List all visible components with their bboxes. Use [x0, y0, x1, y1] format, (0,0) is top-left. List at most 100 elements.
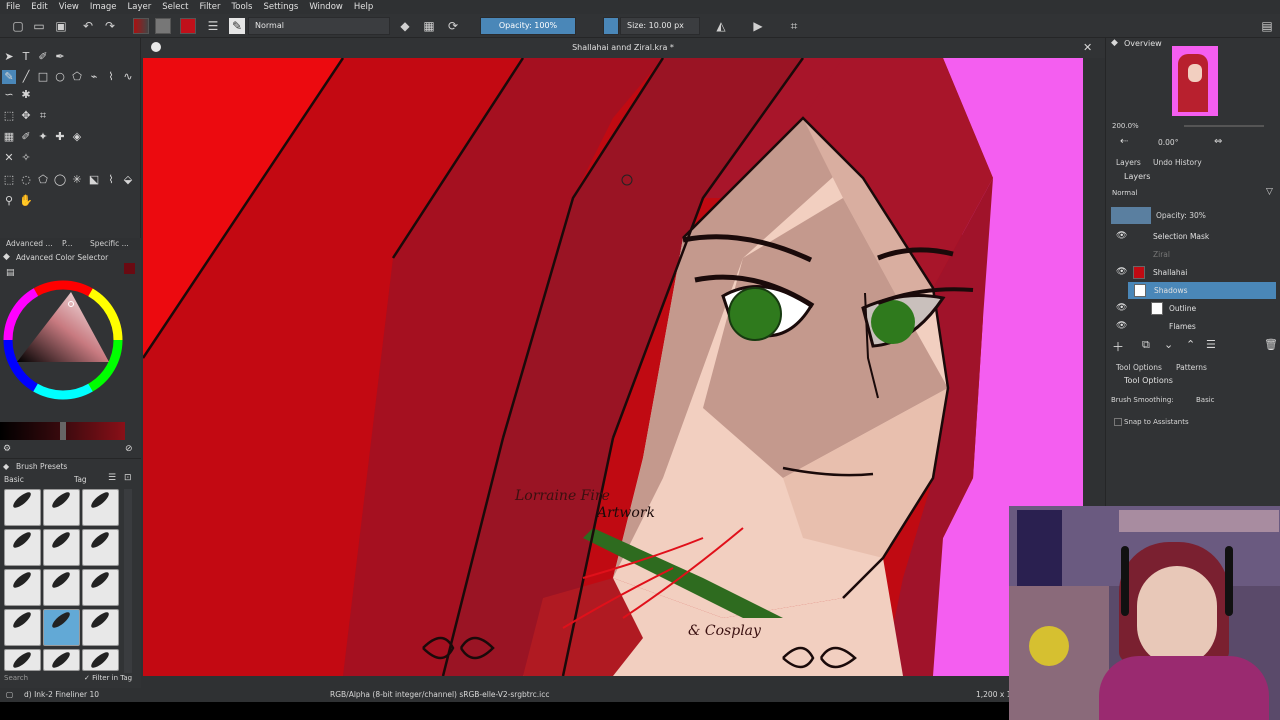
- calligraphy-icon[interactable]: ✒: [53, 50, 67, 64]
- gradient-tool-icon[interactable]: ▦: [2, 130, 16, 144]
- opacity-slider[interactable]: Opacity: 100%: [480, 17, 576, 35]
- brush-preset-tile[interactable]: [43, 649, 80, 671]
- brush-preset-tile[interactable]: [82, 489, 119, 526]
- ellipse-select-icon[interactable]: ◌: [19, 173, 33, 187]
- move-down-icon[interactable]: ⌄: [1164, 338, 1173, 351]
- rect-select-icon[interactable]: ⬚: [2, 173, 16, 187]
- menu-file[interactable]: File: [6, 2, 20, 12]
- eye-icon[interactable]: 👁: [1116, 264, 1127, 281]
- brush-preset-tile[interactable]: [82, 569, 119, 606]
- tab-specific-color[interactable]: Specific ...: [90, 239, 129, 248]
- brush-preset-tile[interactable]: [4, 609, 41, 646]
- tab-advanced-color[interactable]: Advanced ...: [6, 239, 56, 248]
- close-icon[interactable]: ✕: [1083, 41, 1092, 54]
- polyline-tool-icon[interactable]: ⌁: [87, 70, 101, 84]
- rectangle-tool-icon[interactable]: □: [36, 70, 50, 84]
- brush-preset-icon[interactable]: ✎: [229, 18, 245, 34]
- reload-preset-icon[interactable]: ⟳: [445, 18, 461, 34]
- menu-settings[interactable]: Settings: [263, 2, 298, 12]
- layer-row-selected[interactable]: Shadows: [1128, 282, 1276, 299]
- similar-select-icon[interactable]: ⬕: [87, 173, 101, 187]
- layer-opacity-fill[interactable]: [1111, 207, 1151, 224]
- layer-row[interactable]: Ziral: [1111, 246, 1276, 263]
- collapse-icon[interactable]: ◆: [1111, 38, 1118, 48]
- brush-tag-select[interactable]: Basic: [4, 475, 24, 484]
- edit-shapes-icon[interactable]: ✐: [36, 50, 50, 64]
- preserve-alpha-icon[interactable]: ▦: [421, 18, 437, 34]
- new-document-icon[interactable]: ▢: [10, 18, 26, 34]
- layer-row[interactable]: 👁 Shallahai: [1111, 264, 1276, 281]
- color-settings-icon[interactable]: ⚙: [3, 444, 11, 454]
- crop-tool-icon[interactable]: ⌗: [36, 109, 50, 123]
- size-slider[interactable]: Size: 10.00 px: [620, 17, 700, 35]
- polygon-select-icon[interactable]: ⬠: [36, 173, 50, 187]
- tab-palette[interactable]: P...: [62, 239, 84, 248]
- undo-icon[interactable]: ↶: [80, 18, 96, 34]
- bezier-select-icon[interactable]: ⌇: [104, 173, 118, 187]
- move-tool-icon[interactable]: ✥: [19, 109, 33, 123]
- brush-preset-tile[interactable]: [4, 649, 41, 671]
- brush-preset-tile[interactable]: [43, 529, 80, 566]
- menu-edit[interactable]: Edit: [31, 2, 47, 12]
- brush-smoothing-select[interactable]: Basic: [1196, 396, 1274, 404]
- zoom-tool-icon[interactable]: ⚲: [2, 194, 16, 208]
- open-folder-icon[interactable]: ▭: [31, 18, 47, 34]
- fill-tool-icon[interactable]: ◈: [70, 130, 84, 144]
- multibrush-icon[interactable]: ✱: [19, 88, 33, 102]
- filter-in-tag-checkbox[interactable]: ✓ Filter in Tag: [84, 674, 132, 682]
- settings-icon[interactable]: ▤: [6, 268, 15, 278]
- smart-patch-icon[interactable]: ✚: [53, 130, 67, 144]
- workspace-chooser-icon[interactable]: ▤: [1259, 18, 1275, 34]
- overview-zoom-value[interactable]: 200.0%: [1112, 122, 1139, 130]
- color-wheel[interactable]: [1, 278, 125, 402]
- wrap-around-icon[interactable]: ⌗: [786, 18, 802, 34]
- brush-preset-tile[interactable]: [43, 489, 80, 526]
- eye-icon[interactable]: 👁: [1116, 318, 1127, 335]
- dynamic-brush-icon[interactable]: ∽: [2, 88, 16, 102]
- collapse-icon[interactable]: ◆: [3, 462, 9, 471]
- layer-row[interactable]: 👁 Selection Mask: [1111, 228, 1276, 245]
- menu-select[interactable]: Select: [162, 2, 188, 12]
- blend-mode-select[interactable]: Normal: [248, 17, 390, 35]
- eye-icon[interactable]: 👁: [1116, 300, 1127, 317]
- rotation-value[interactable]: 0.00°: [1158, 138, 1178, 147]
- brush-preset-tile-selected[interactable]: [43, 609, 80, 646]
- overview-thumbnail[interactable]: [1172, 46, 1218, 116]
- redo-icon[interactable]: ↷: [102, 18, 118, 34]
- brush-preset-tile[interactable]: [4, 529, 41, 566]
- snap-checkbox[interactable]: [1114, 418, 1122, 426]
- contiguous-select-icon[interactable]: ✳: [70, 173, 84, 187]
- clear-history-icon[interactable]: ⊘: [125, 444, 133, 454]
- tab-undo-history[interactable]: Undo History: [1153, 158, 1202, 167]
- pattern-swatch[interactable]: [155, 18, 171, 34]
- transform-tool-icon[interactable]: ⬚: [2, 109, 16, 123]
- menu-filter[interactable]: Filter: [199, 2, 220, 12]
- filter-icon[interactable]: ▽: [1266, 187, 1273, 197]
- menu-help[interactable]: Help: [354, 2, 373, 12]
- measure-tool-icon[interactable]: ✧: [19, 151, 33, 165]
- current-color-swatch[interactable]: [124, 263, 135, 274]
- delete-layer-icon[interactable]: 🗑: [1264, 338, 1278, 351]
- overview-zoom-slider[interactable]: [1184, 125, 1264, 127]
- select-shapes-icon[interactable]: ➤: [2, 50, 16, 64]
- freehand-brush-icon[interactable]: ✎: [2, 70, 16, 84]
- move-up-icon[interactable]: ⌃: [1186, 338, 1195, 351]
- pan-tool-icon[interactable]: ✋: [19, 194, 33, 208]
- rotate-left-icon[interactable]: ⇠: [1120, 136, 1128, 147]
- bezier-tool-icon[interactable]: ⌇: [104, 70, 118, 84]
- foreground-color-swatch[interactable]: [180, 18, 196, 34]
- menu-tools[interactable]: Tools: [232, 2, 253, 12]
- mirror-horizontal-icon[interactable]: ◭: [713, 18, 729, 34]
- layer-row[interactable]: 👁 Outline: [1111, 300, 1276, 317]
- color-picker-icon[interactable]: ✐: [19, 130, 33, 144]
- mirror-vertical-icon[interactable]: ▶: [750, 18, 766, 34]
- ellipse-tool-icon[interactable]: ○: [53, 70, 67, 84]
- line-tool-icon[interactable]: ╱: [19, 70, 33, 84]
- mirror-view-icon[interactable]: ⇔: [1214, 136, 1222, 147]
- brush-list-scrollbar[interactable]: [124, 489, 132, 673]
- brush-preset-tile[interactable]: [82, 649, 119, 671]
- menu-window[interactable]: Window: [309, 2, 343, 12]
- magnetic-select-icon[interactable]: ⬙: [121, 173, 135, 187]
- collapse-icon[interactable]: ◆: [3, 252, 10, 262]
- eraser-icon[interactable]: ◆: [397, 18, 413, 34]
